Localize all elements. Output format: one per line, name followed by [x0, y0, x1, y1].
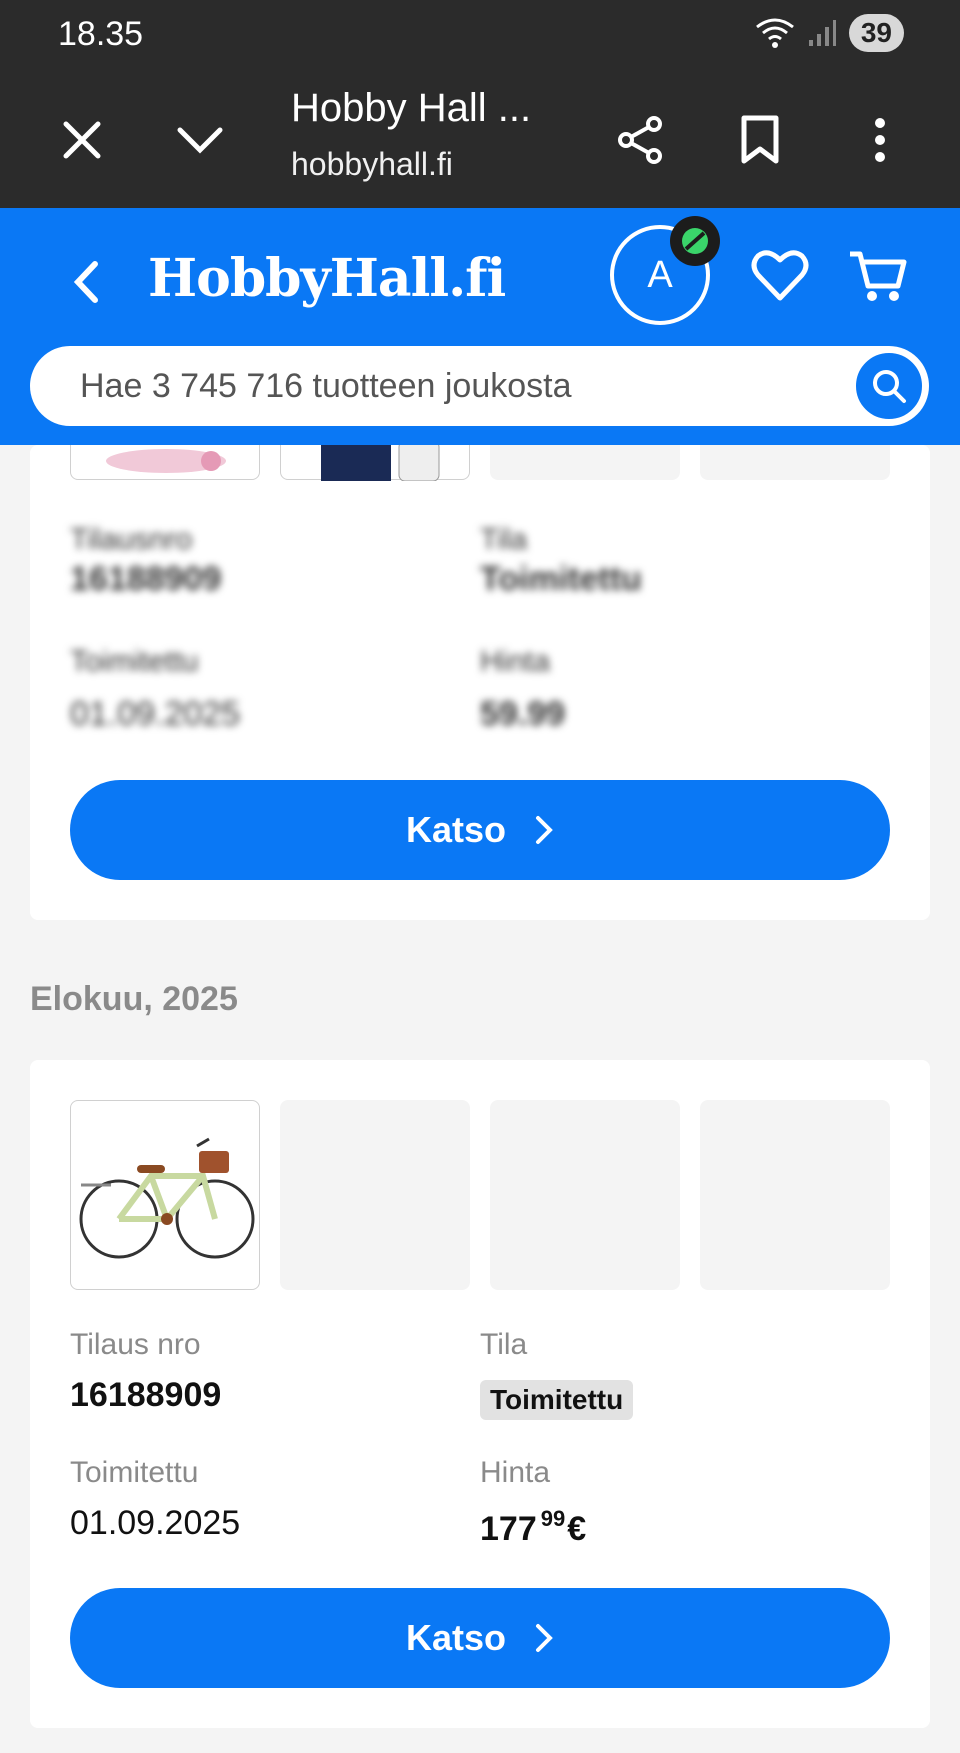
loyalty-badge-icon: [670, 216, 720, 266]
wifi-icon: [755, 18, 794, 48]
search-bar: [30, 346, 929, 426]
price: 59.99: [480, 695, 566, 733]
search-input[interactable]: [80, 346, 860, 426]
bicycle-image: [79, 1137, 255, 1259]
view-order-button[interactable]: Katso: [70, 1588, 890, 1688]
site-header: HobbyHall.fi A: [0, 208, 960, 445]
search-icon: [873, 370, 906, 403]
delivered-label: Toimitettu: [70, 645, 199, 678]
status-icons: 39: [755, 14, 904, 52]
status-time: 18.35: [58, 15, 144, 53]
price: 177 99€: [480, 1506, 586, 1549]
chevron-right-icon: [536, 1624, 553, 1652]
delivered-date: 01.09.2025: [70, 1504, 241, 1542]
order-number: 16188909: [70, 1376, 222, 1414]
order-card: Tilausnro 16188909 Tila Toimitettu Toimi…: [30, 290, 930, 920]
battery-indicator: 39: [848, 14, 904, 52]
price-label: Hinta: [480, 645, 551, 678]
price-currency: €: [567, 1510, 587, 1548]
signal-icon: [808, 20, 836, 46]
status-label: Tila: [480, 523, 528, 556]
product-thumbnail-placeholder: [280, 1100, 470, 1290]
order-number: 16188909: [70, 560, 222, 598]
price-decimals: 99: [540, 1506, 566, 1531]
order-number-label: Tilaus nro: [70, 1328, 201, 1361]
view-order-label: Katso: [405, 1617, 507, 1658]
site-logo[interactable]: HobbyHall.fi: [148, 248, 506, 309]
page-url[interactable]: hobbyhall.fi: [291, 146, 453, 183]
product-thumbnail-bicycle[interactable]: [70, 1100, 260, 1290]
cart-icon[interactable]: [846, 244, 910, 308]
heart-icon[interactable]: [748, 244, 812, 308]
chevron-right-icon: [536, 816, 553, 844]
delivered-label: Toimitettu: [70, 1456, 199, 1489]
bookmark-icon[interactable]: [728, 108, 792, 172]
status-bar: 18.35 39: [0, 0, 960, 72]
status-badge: Toimitettu: [480, 560, 642, 598]
share-icon[interactable]: [608, 108, 672, 172]
product-thumbnail-placeholder: [490, 1100, 680, 1290]
product-thumbnail-placeholder: [700, 1100, 890, 1290]
order-number-label: Tilausnro: [70, 523, 193, 556]
more-options-icon[interactable]: [848, 108, 912, 172]
status-label: Tila: [480, 1328, 528, 1361]
price-integer: 177: [480, 1510, 537, 1548]
page-title: Hobby Hall ...: [291, 86, 532, 130]
view-order-label: Katso: [405, 809, 507, 850]
price-label: Hinta: [480, 1456, 551, 1489]
delivered-date: 01.09.2025: [70, 695, 241, 733]
back-icon[interactable]: [56, 246, 116, 318]
month-header: Elokuu, 2025: [30, 980, 238, 1018]
browser-toolbar: Hobby Hall ... hobbyhall.fi: [0, 72, 960, 208]
search-button[interactable]: [853, 350, 925, 422]
view-order-button[interactable]: Katso: [70, 780, 890, 880]
close-icon[interactable]: [50, 108, 114, 172]
status-badge: Toimitettu: [480, 1380, 634, 1420]
chevron-down-icon[interactable]: [168, 108, 232, 172]
order-card: Tilaus nro 16188909 Tila Toimitettu Toim…: [30, 1060, 930, 1728]
